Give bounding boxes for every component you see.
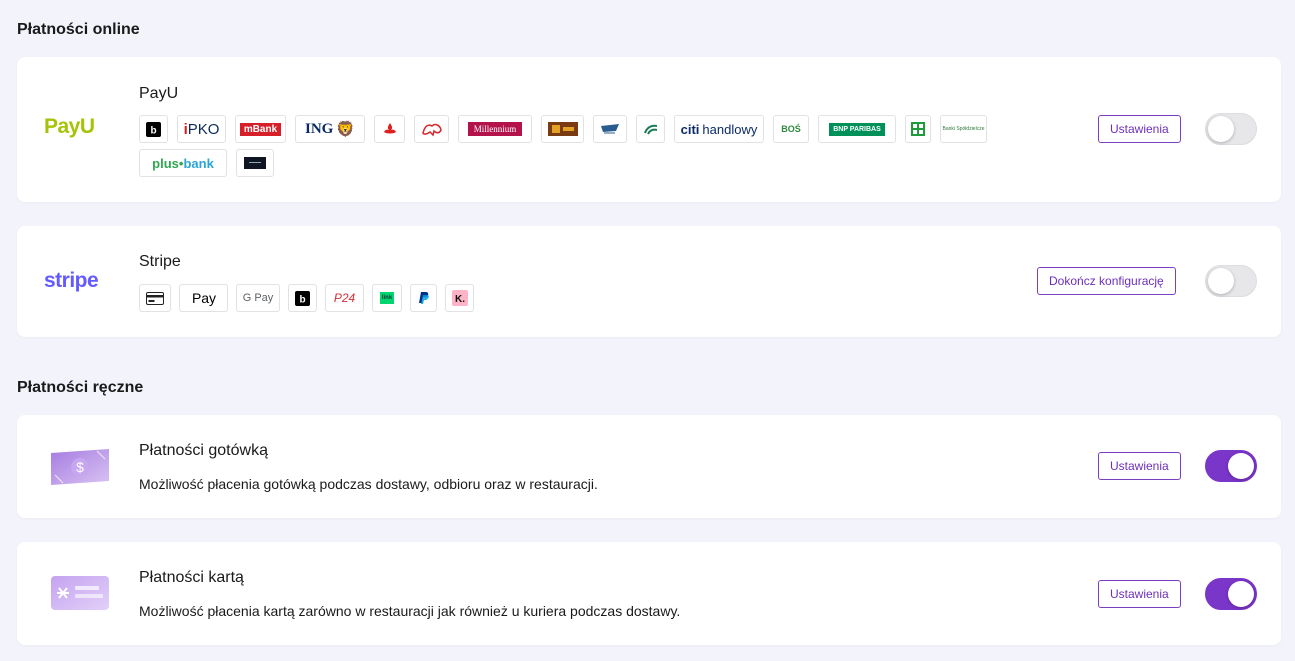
cash-name: Płatności gotówką <box>139 442 268 459</box>
bnp-paribas-icon: BNP PARIBAS <box>818 115 896 143</box>
blik-icon: b <box>288 284 317 312</box>
plus-label-b: bank <box>183 155 214 171</box>
link-icon: link <box>372 284 402 312</box>
stripe-finish-config-button[interactable]: Dokończ konfigurację <box>1037 267 1176 295</box>
toggle-knob <box>1228 453 1254 479</box>
bnp-label: BNP PARIBAS <box>829 122 885 136</box>
mbank-label: mBank <box>239 122 282 136</box>
bank-green-icon <box>905 115 931 143</box>
santander-icon <box>374 115 405 143</box>
cash-settings-button[interactable]: Ustawienia <box>1098 452 1181 480</box>
alior-bank-icon <box>541 115 584 143</box>
millennium-icon: Millennium <box>458 115 532 143</box>
card-enable-toggle[interactable] <box>1205 578 1257 610</box>
credit-agricole-icon <box>636 115 665 143</box>
svg-text:$: $ <box>76 459 84 475</box>
card-payments-card: Płatności kartą Możliwość płacenia kartą… <box>17 542 1281 645</box>
stripe-method-list: Pay G Pay b P24 link K. <box>139 284 839 312</box>
ing-label: ING <box>304 120 334 137</box>
toggle-knob <box>1228 581 1254 607</box>
spoldzielcze-label: Banki Spółdzielcze <box>942 126 985 132</box>
stripe-enable-toggle[interactable] <box>1205 265 1257 297</box>
payu-enable-toggle[interactable] <box>1205 113 1257 145</box>
bos-bank-icon: BOŚ <box>773 115 809 143</box>
getin-bank-icon <box>593 115 627 143</box>
card-name: Płatności kartą <box>139 569 244 586</box>
mbank-icon: mBank <box>235 115 286 143</box>
paypal-icon <box>410 284 437 312</box>
blik-icon: b <box>139 115 168 143</box>
toggle-knob <box>1208 116 1234 142</box>
cash-card: $ Płatności gotówką Możliwość płacenia g… <box>17 415 1281 518</box>
ing-bank-icon: ING 🦁 <box>295 115 365 143</box>
payu-logo: PayU <box>44 115 95 139</box>
p24-label: P24 <box>333 291 356 305</box>
klarna-icon: K. <box>445 284 474 312</box>
pko-bank-icon: i PKO <box>177 115 226 143</box>
apple-pay-icon: Pay <box>179 284 228 312</box>
payu-bank-list: b i PKO mBank ING 🦁 Millennium citi hand… <box>139 115 999 177</box>
payu-logo-text: PayU <box>44 115 95 138</box>
cash-banknote-icon: $ <box>51 449 109 490</box>
card-description: Możliwość płacenia kartą zarówno w resta… <box>139 603 681 619</box>
svg-text:K.: K. <box>455 294 465 305</box>
card-icon <box>139 284 171 312</box>
pekao-icon <box>414 115 449 143</box>
payu-card: PayU PayU b iPKO mBank ING🦁 Millennium <box>17 57 1281 202</box>
section-title-online: Płatności online <box>17 21 140 38</box>
payu-name: PayU <box>139 85 179 102</box>
stripe-logo: stripe <box>44 269 99 292</box>
plus-label-a: plus <box>152 155 179 171</box>
stripe-name: Stripe <box>139 253 181 270</box>
link-label: link <box>379 292 395 304</box>
plus-bank-icon: plus • bank <box>139 149 227 177</box>
cash-description: Możliwość płacenia gotówką podczas dosta… <box>139 476 598 492</box>
citi-handlowy-icon: citi handlowy <box>674 115 764 143</box>
pko-label: PKO <box>187 120 220 138</box>
payu-settings-button[interactable]: Ustawienia <box>1098 115 1181 143</box>
przelewy24-icon: P24 <box>325 284 364 312</box>
cash-enable-toggle[interactable] <box>1205 450 1257 482</box>
svg-text:b: b <box>150 125 156 136</box>
card-settings-button[interactable]: Ustawienia <box>1098 580 1181 608</box>
toggle-knob <box>1208 268 1234 294</box>
citi-label: handlowy <box>702 121 758 137</box>
dark-bank-icon <box>236 149 274 177</box>
google-pay-label: G Pay <box>242 292 274 304</box>
banki-spoldzielcze-icon: Banki Spółdzielcze <box>940 115 987 143</box>
svg-text:b: b <box>299 294 305 305</box>
section-title-manual: Płatności ręczne <box>17 379 144 396</box>
stripe-card: stripe Stripe Pay G Pay b P24 link K. Do… <box>17 226 1281 337</box>
bos-label: BOŚ <box>781 124 801 134</box>
millennium-label: Millennium <box>467 122 523 136</box>
apple-pay-label: Pay <box>191 290 217 306</box>
google-pay-icon: G Pay <box>236 284 280 312</box>
credit-card-icon <box>51 576 109 615</box>
